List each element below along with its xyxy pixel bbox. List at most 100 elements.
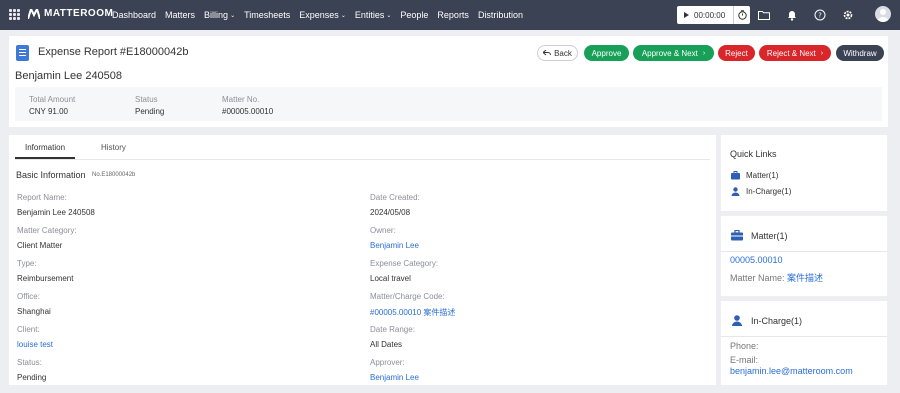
- field-type: Type: Reimbursement: [17, 259, 73, 283]
- matter-code-link[interactable]: #00005.00010 案件描述: [370, 307, 455, 318]
- matteroom-logo-icon: [28, 8, 40, 19]
- nav-timesheets-label: Timesheets: [244, 10, 291, 20]
- play-icon[interactable]: [684, 12, 689, 18]
- reject-button[interactable]: Reject: [718, 45, 755, 61]
- status-block: Status Pending: [135, 95, 164, 116]
- nav-dashboard[interactable]: Dashboard: [112, 10, 156, 20]
- field-expense-category: Expense Category: Local travel: [370, 259, 438, 283]
- client-link[interactable]: louise test: [17, 340, 53, 349]
- withdraw-button[interactable]: Withdraw: [836, 45, 884, 61]
- total-amount-value: CNY 91.00: [29, 107, 68, 116]
- field-office: Office: Shanghai: [17, 292, 51, 316]
- field-label: Date Created:: [370, 193, 420, 202]
- section-title: Basic Information: [16, 170, 86, 180]
- tab-information[interactable]: Information: [25, 143, 65, 152]
- nav-distribution[interactable]: Distribution: [478, 10, 523, 20]
- help-icon[interactable]: ?: [813, 8, 827, 22]
- nav-entities-label: Entities: [354, 10, 385, 20]
- back-button[interactable]: Back: [537, 45, 578, 61]
- nav-expenses[interactable]: Expenses ⌄: [299, 10, 346, 20]
- field-label: Status:: [17, 358, 42, 367]
- field-value: Shanghai: [17, 307, 51, 316]
- incharge-card: In-Charge(1) Phone: E-mail: benjamin.lee…: [721, 301, 887, 385]
- field-report-name: Report Name: Benjamin Lee 240508: [17, 193, 95, 217]
- nav-entities[interactable]: Entities ⌄: [355, 10, 392, 20]
- nav-timesheets[interactable]: Timesheets: [244, 10, 290, 20]
- field-status: Status: Pending: [17, 358, 46, 382]
- field-matter-category: Matter Category: Client Matter: [17, 226, 77, 250]
- nav-billing-label: Billing: [204, 10, 229, 20]
- field-value: All Dates: [370, 340, 403, 349]
- person-icon: [731, 187, 740, 196]
- nav-expenses-label: Expenses: [299, 10, 339, 20]
- approve-next-button[interactable]: Approve & Next ›: [633, 45, 714, 61]
- matter-no-block: Matter No. #00005.00010: [222, 95, 273, 116]
- status-value: Pending: [135, 107, 165, 116]
- field-client: Client: louise test: [17, 325, 53, 349]
- stopwatch-icon[interactable]: [733, 6, 750, 24]
- phone-label: Phone:: [730, 341, 759, 351]
- brand-name: MATTEROOM: [44, 8, 114, 19]
- page-title: Expense Report #E18000042b: [38, 46, 189, 58]
- expense-report-header: Expense Report #E18000042b Benjamin Lee …: [9, 36, 888, 127]
- quick-link-matter-label: Matter(1): [746, 171, 779, 180]
- field-label: Matter/Charge Code:: [370, 292, 445, 301]
- matter-card-title: Matter(1): [751, 230, 788, 241]
- owner-link[interactable]: Benjamin Lee: [370, 241, 419, 250]
- nav-people[interactable]: People: [400, 10, 428, 20]
- bell-icon[interactable]: [785, 8, 799, 22]
- timer-widget[interactable]: 00:00:00: [677, 6, 750, 24]
- field-value: Reimbursement: [17, 274, 74, 283]
- email-label: E-mail:: [730, 355, 759, 365]
- report-name: Benjamin Lee 240508: [15, 70, 123, 82]
- folder-icon[interactable]: [757, 8, 771, 22]
- matter-no-label: Matter No.: [222, 95, 260, 104]
- field-value: Client Matter: [17, 241, 63, 250]
- approve-button[interactable]: Approve: [584, 45, 629, 61]
- document-icon: [16, 45, 29, 61]
- matter-number-link[interactable]: 00005.00010: [730, 255, 783, 265]
- quick-link-matter[interactable]: Matter(1): [731, 171, 778, 180]
- user-avatar[interactable]: [875, 6, 891, 22]
- briefcase-icon: [731, 230, 743, 241]
- information-panel: Information History Basic Information No…: [9, 135, 716, 385]
- approve-next-label: Approve & Next: [641, 48, 698, 58]
- reject-next-button[interactable]: Reject & Next ›: [759, 45, 831, 61]
- field-value: Benjamin Lee 240508: [17, 208, 95, 217]
- nav-matters-label: Matters: [165, 10, 196, 20]
- approver-link[interactable]: Benjamin Lee: [370, 373, 419, 382]
- matter-name-row: Matter Name: 案件描述: [730, 271, 823, 284]
- status-label: Status: [135, 95, 158, 104]
- svg-text:?: ?: [818, 12, 822, 20]
- field-date-created: Date Created: 2024/05/08: [370, 193, 420, 217]
- nav-reports-label: Reports: [437, 10, 469, 20]
- person-icon: [732, 315, 742, 326]
- field-label: Expense Category:: [370, 259, 439, 268]
- field-label: Type:: [17, 259, 37, 268]
- timer-value: 00:00:00: [694, 10, 726, 20]
- matter-name-label: Matter Name:: [730, 273, 785, 283]
- gear-icon[interactable]: [841, 8, 855, 22]
- matter-no-value: #00005.00010: [222, 107, 274, 116]
- incharge-card-header: In-Charge(1): [731, 315, 802, 326]
- nav-dashboard-label: Dashboard: [112, 10, 157, 20]
- divider: [721, 336, 887, 337]
- nav-reports[interactable]: Reports: [437, 10, 469, 20]
- apps-grid-icon[interactable]: [9, 9, 20, 20]
- quick-links-card: Quick Links Matter(1) In-Charge(1): [721, 135, 887, 211]
- matter-name-link[interactable]: 案件描述: [787, 273, 823, 283]
- chevron-right-icon: ›: [820, 49, 824, 57]
- nav-billing[interactable]: Billing ⌄: [204, 10, 235, 20]
- nav-people-label: People: [400, 10, 429, 20]
- tab-history[interactable]: History: [101, 143, 126, 152]
- brand-logo[interactable]: MATTEROOM: [28, 8, 113, 19]
- nav-matters[interactable]: Matters: [165, 10, 195, 20]
- tab-divider: [15, 159, 710, 160]
- email-link[interactable]: benjamin.lee@matteroom.com: [730, 366, 853, 376]
- quick-link-incharge[interactable]: In-Charge(1): [731, 187, 791, 196]
- field-label: Client:: [17, 325, 40, 334]
- field-approver: Approver: Benjamin Lee: [370, 358, 419, 382]
- main-menu: Dashboard Matters Billing ⌄ Timesheets Ex…: [112, 0, 532, 30]
- quick-links-title: Quick Links: [730, 149, 777, 159]
- top-navigation-bar: MATTEROOM Dashboard Matters Billing ⌄ Tim…: [0, 0, 900, 30]
